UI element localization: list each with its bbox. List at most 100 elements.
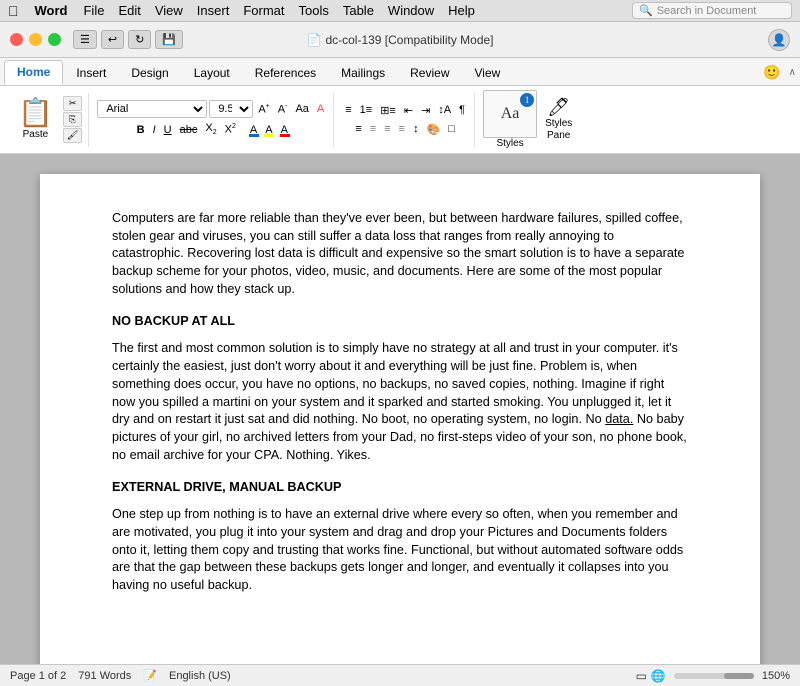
menu-insert[interactable]: Insert bbox=[197, 3, 230, 18]
title-bar-icons: ☰ ↩ ↻ 💾 bbox=[73, 30, 183, 49]
status-left: Page 1 of 2 791 Words 📝 English (US) bbox=[10, 669, 231, 682]
change-case-button[interactable]: Aa bbox=[292, 101, 311, 117]
cut-button[interactable]: ✂ bbox=[63, 96, 82, 111]
tab-review[interactable]: Review bbox=[398, 62, 461, 85]
redo-button[interactable]: ↻ bbox=[128, 30, 151, 49]
underlined-data: data. bbox=[605, 412, 633, 426]
show-formatting-button[interactable]: ¶ bbox=[456, 102, 468, 118]
section1-heading: NO BACKUP AT ALL bbox=[112, 313, 688, 331]
increase-indent-button[interactable]: ⇥ bbox=[418, 102, 433, 119]
tab-design[interactable]: Design bbox=[119, 62, 180, 85]
paste-label: Paste bbox=[23, 129, 49, 140]
document-area: Computers are far more reliable than the… bbox=[0, 154, 800, 664]
copy-button[interactable]: ⎘ bbox=[63, 112, 82, 127]
multilevel-list-button[interactable]: ⊞≡ bbox=[377, 102, 399, 119]
borders-button[interactable]: □ bbox=[445, 121, 458, 137]
menu-bar:  Word File Edit View Insert Format Tool… bbox=[0, 0, 800, 22]
decrease-indent-button[interactable]: ⇤ bbox=[401, 102, 416, 119]
profile-button[interactable]: 👤 bbox=[768, 29, 790, 51]
collapse-ribbon-button[interactable]: ∧ bbox=[789, 67, 796, 78]
italic-button[interactable]: I bbox=[150, 122, 159, 138]
tab-view[interactable]: View bbox=[463, 62, 513, 85]
menu-edit[interactable]: Edit bbox=[118, 3, 140, 18]
word-count: 791 Words bbox=[78, 670, 131, 682]
shading-button[interactable]: A bbox=[278, 122, 291, 138]
undo-button[interactable]: ↩ bbox=[101, 30, 124, 49]
menu-table[interactable]: Table bbox=[343, 3, 374, 18]
menu-help[interactable]: Help bbox=[448, 3, 475, 18]
font-color-button[interactable]: A bbox=[247, 122, 260, 138]
menu-view[interactable]: View bbox=[155, 3, 183, 18]
align-right-button[interactable]: ≡ bbox=[381, 121, 393, 137]
menu-file[interactable]: File bbox=[83, 3, 104, 18]
font-row-2: B I U abc X2 X2 A A A bbox=[134, 120, 291, 138]
app-name: Word bbox=[35, 3, 68, 18]
status-bar: Page 1 of 2 791 Words 📝 English (US) ▭ 🌐… bbox=[0, 664, 800, 686]
align-center-button[interactable]: ≡ bbox=[367, 121, 379, 137]
document-title: 📄 dc-col-139 [Compatibility Mode] bbox=[306, 33, 493, 47]
apple-icon[interactable]:  bbox=[8, 3, 19, 19]
strikethrough-button[interactable]: abc bbox=[177, 122, 201, 138]
justify-button[interactable]: ≡ bbox=[396, 121, 408, 137]
sidebar-toggle[interactable]: ☰ bbox=[73, 30, 97, 49]
proofing-icon[interactable]: 📝 bbox=[143, 669, 157, 682]
tab-home[interactable]: Home bbox=[4, 60, 63, 85]
styles-section: Aa 1 Styles 🖊 StylesPane bbox=[477, 88, 578, 151]
styles-pane-label: StylesPane bbox=[545, 118, 572, 142]
font-name-select[interactable]: Arial bbox=[97, 100, 207, 118]
bullets-button[interactable]: ≡ bbox=[342, 102, 354, 118]
sort-button[interactable]: ↕A bbox=[435, 102, 454, 118]
intro-paragraph: Computers are far more reliable than the… bbox=[112, 210, 688, 299]
format-painter-button[interactable]: 🖌 bbox=[63, 128, 82, 143]
styles-badge: 1 bbox=[520, 93, 534, 107]
para-row-1: ≡ 1≡ ⊞≡ ⇤ ⇥ ↕A ¶ bbox=[342, 102, 468, 119]
para-row-2: ≡ ≡ ≡ ≡ ↕ 🎨 □ bbox=[352, 121, 458, 138]
tab-layout[interactable]: Layout bbox=[182, 62, 242, 85]
menu-tools[interactable]: Tools bbox=[298, 3, 328, 18]
search-icon: 🔍 bbox=[639, 4, 653, 17]
doc-icon: 📄 bbox=[306, 33, 321, 47]
view-icons: ▭ 🌐 bbox=[636, 669, 666, 683]
styles-pane-icon: 🖊 bbox=[547, 97, 570, 118]
align-left-button[interactable]: ≡ bbox=[352, 121, 364, 137]
font-grow-button[interactable]: A+ bbox=[255, 101, 272, 118]
web-view-icon[interactable]: 🌐 bbox=[651, 669, 666, 683]
clipboard-section: 📋 Paste ✂ ⎘ 🖌 bbox=[6, 93, 89, 147]
tab-references[interactable]: References bbox=[243, 62, 328, 85]
bold-button[interactable]: B bbox=[134, 122, 148, 138]
underline-button[interactable]: U bbox=[161, 122, 175, 138]
subscript-button[interactable]: X2 bbox=[202, 120, 219, 138]
section1-body: The first and most common solution is to… bbox=[112, 340, 688, 464]
maximize-button[interactable] bbox=[48, 33, 61, 46]
styles-box[interactable]: Aa 1 bbox=[483, 90, 537, 138]
menu-items: File Edit View Insert Format Tools Table… bbox=[83, 3, 474, 18]
numbering-button[interactable]: 1≡ bbox=[357, 102, 376, 118]
window-controls bbox=[10, 33, 61, 46]
menu-format[interactable]: Format bbox=[243, 3, 284, 18]
tab-mailings[interactable]: Mailings bbox=[329, 62, 397, 85]
tab-insert[interactable]: Insert bbox=[64, 62, 118, 85]
text-effects-button[interactable]: A bbox=[314, 101, 327, 117]
minimize-button[interactable] bbox=[29, 33, 42, 46]
menu-window[interactable]: Window bbox=[388, 3, 434, 18]
emoji-button[interactable]: 🙂 bbox=[763, 64, 780, 81]
superscript-button[interactable]: X2 bbox=[222, 121, 239, 138]
language: English (US) bbox=[169, 670, 231, 682]
font-shrink-button[interactable]: A- bbox=[275, 101, 291, 118]
menu-right: 🔍 Search in Document bbox=[632, 2, 792, 19]
font-size-select[interactable]: 9.5 bbox=[209, 100, 253, 118]
clipboard-small: ✂ ⎘ 🖌 bbox=[63, 96, 82, 143]
close-button[interactable] bbox=[10, 33, 23, 46]
styles-pane-button[interactable]: 🖊 StylesPane bbox=[545, 97, 572, 142]
section2-heading: EXTERNAL DRIVE, MANUAL BACKUP bbox=[112, 479, 688, 497]
ribbon-toolbar: 📋 Paste ✂ ⎘ 🖌 Arial 9.5 A+ A- Aa A B I U… bbox=[0, 86, 800, 154]
line-spacing-button[interactable]: ↕ bbox=[410, 121, 422, 137]
ribbon-tab-right: 🙂 ∧ bbox=[763, 64, 796, 85]
highlight-button[interactable]: A bbox=[262, 122, 275, 138]
shading-para-button[interactable]: 🎨 bbox=[424, 121, 444, 138]
search-box[interactable]: 🔍 Search in Document bbox=[632, 2, 792, 19]
autosave-button[interactable]: 💾 bbox=[155, 30, 183, 49]
paste-button[interactable]: 📋 Paste bbox=[12, 97, 59, 142]
print-view-icon[interactable]: ▭ bbox=[636, 669, 647, 683]
styles-gallery[interactable]: Aa 1 Styles bbox=[483, 90, 537, 149]
